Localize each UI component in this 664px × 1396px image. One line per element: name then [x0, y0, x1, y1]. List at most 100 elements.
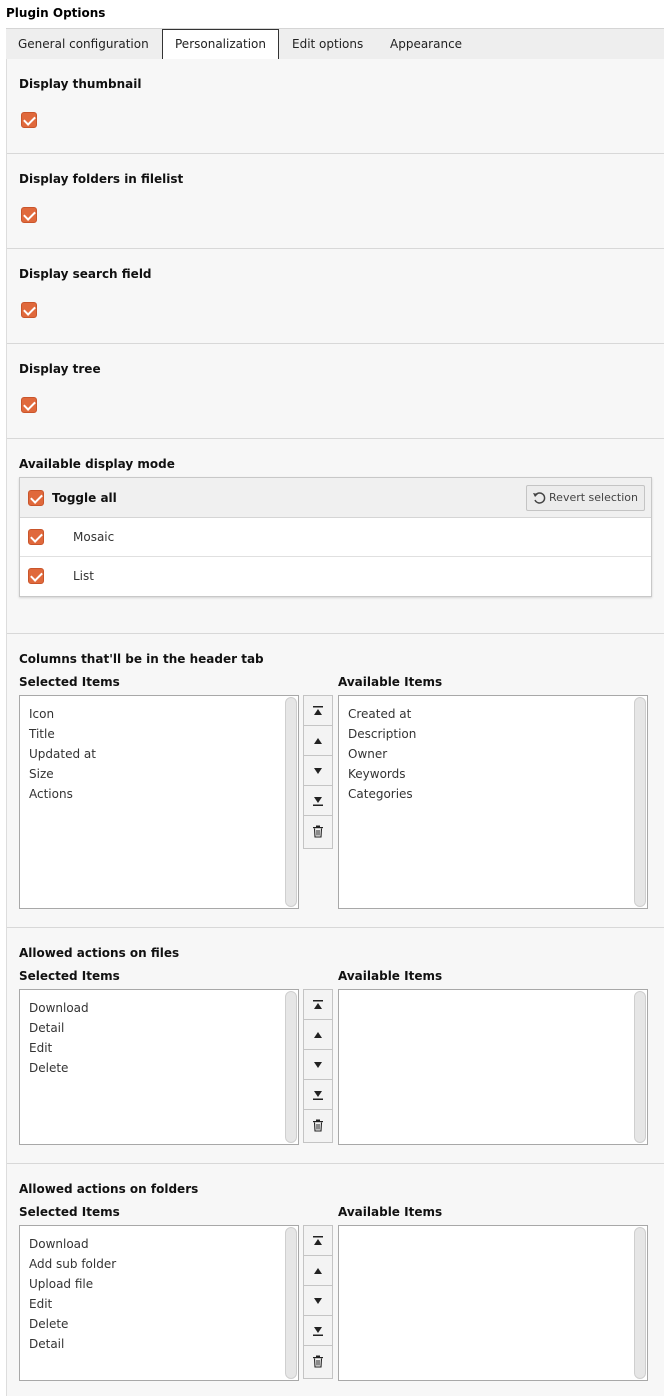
- move-to-bottom-button[interactable]: [304, 1080, 332, 1110]
- display-folders-label: Display folders in filelist: [19, 172, 184, 186]
- display-tree-checkbox[interactable]: [21, 397, 37, 413]
- move-down-button[interactable]: [304, 1286, 332, 1316]
- list-item[interactable]: Download: [20, 998, 298, 1018]
- display-mode-row-list: List: [20, 557, 651, 596]
- mosaic-checkbox[interactable]: [28, 529, 44, 545]
- mosaic-label: Mosaic: [73, 530, 115, 544]
- remove-button[interactable]: [304, 816, 332, 846]
- move-to-top-button[interactable]: [304, 1226, 332, 1256]
- section-display-search: Display search field: [7, 249, 664, 344]
- move-bottom-icon: [313, 796, 323, 806]
- list-label: List: [73, 569, 94, 583]
- list-item[interactable]: Title: [20, 724, 298, 744]
- folder-actions-move-buttons: [303, 1225, 333, 1379]
- scrollbar[interactable]: [634, 1227, 646, 1379]
- list-item[interactable]: Download: [20, 1234, 298, 1254]
- remove-button[interactable]: [304, 1110, 332, 1140]
- scrollbar[interactable]: [634, 991, 646, 1143]
- tab-personalization[interactable]: Personalization: [162, 29, 279, 60]
- revert-selection-button[interactable]: Revert selection: [526, 485, 645, 511]
- file-actions-title: Allowed actions on files: [19, 946, 180, 960]
- display-thumbnail-checkbox[interactable]: [21, 112, 37, 128]
- page-title: Plugin Options: [6, 6, 106, 20]
- scrollbar[interactable]: [285, 697, 297, 907]
- move-bottom-icon: [313, 1090, 323, 1100]
- list-item[interactable]: Keywords: [339, 764, 647, 784]
- section-file-actions: Allowed actions on files Selected Items …: [7, 928, 664, 1164]
- move-top-icon: [313, 1235, 323, 1245]
- columns-available-label: Available Items: [338, 675, 443, 689]
- tab-general-configuration[interactable]: General configuration: [6, 29, 161, 59]
- columns-move-buttons: [303, 695, 333, 849]
- file-actions-available-label: Available Items: [338, 969, 443, 983]
- file-actions-available-list[interactable]: [338, 989, 648, 1145]
- list-item[interactable]: Icon: [20, 704, 298, 724]
- tab-edit-options[interactable]: Edit options: [280, 29, 375, 59]
- move-down-button[interactable]: [304, 1050, 332, 1080]
- display-mode-table: Toggle all Revert selection Mosaic List: [19, 477, 652, 597]
- trash-icon: [313, 1119, 323, 1132]
- folder-actions-available-list[interactable]: [338, 1225, 648, 1381]
- list-item[interactable]: Detail: [20, 1334, 298, 1354]
- folder-actions-selected-label: Selected Items: [19, 1205, 120, 1219]
- display-folders-checkbox[interactable]: [21, 207, 37, 223]
- scrollbar[interactable]: [285, 1227, 297, 1379]
- list-item[interactable]: Delete: [20, 1314, 298, 1334]
- move-to-top-button[interactable]: [304, 990, 332, 1020]
- section-display-folders: Display folders in filelist: [7, 154, 664, 249]
- section-display-thumbnail: Display thumbnail: [7, 59, 664, 154]
- section-columns: Columns that'll be in the header tab Sel…: [7, 634, 664, 928]
- list-item[interactable]: Created at: [339, 704, 647, 724]
- tab-bar: General configuration Personalization Ed…: [6, 28, 664, 60]
- scrollbar[interactable]: [634, 697, 646, 907]
- remove-button[interactable]: [304, 1346, 332, 1376]
- move-down-button[interactable]: [304, 756, 332, 786]
- move-to-bottom-button[interactable]: [304, 1316, 332, 1346]
- list-item[interactable]: Categories: [339, 784, 647, 804]
- display-search-checkbox[interactable]: [21, 302, 37, 318]
- section-folder-actions: Allowed actions on folders Selected Item…: [7, 1164, 664, 1396]
- move-bottom-icon: [313, 1326, 323, 1336]
- list-item[interactable]: Size: [20, 764, 298, 784]
- display-mode-label: Available display mode: [19, 457, 175, 471]
- list-item[interactable]: Upload file: [20, 1274, 298, 1294]
- list-item[interactable]: Add sub folder: [20, 1254, 298, 1274]
- scrollbar[interactable]: [285, 991, 297, 1143]
- list-checkbox[interactable]: [28, 568, 44, 584]
- folder-actions-title: Allowed actions on folders: [19, 1182, 199, 1196]
- file-actions-move-buttons: [303, 989, 333, 1143]
- move-to-top-button[interactable]: [304, 696, 332, 726]
- tab-appearance[interactable]: Appearance: [378, 29, 474, 59]
- display-mode-header: Toggle all Revert selection: [20, 478, 651, 518]
- list-item[interactable]: Owner: [339, 744, 647, 764]
- move-up-button[interactable]: [304, 726, 332, 756]
- move-top-icon: [313, 705, 323, 715]
- list-item[interactable]: Description: [339, 724, 647, 744]
- toggle-all-label: Toggle all: [52, 491, 117, 505]
- list-item[interactable]: Edit: [20, 1038, 298, 1058]
- move-down-icon: [314, 1297, 322, 1304]
- personalization-panel: Display thumbnail Display folders in fil…: [6, 59, 664, 1396]
- folder-actions-selected-list[interactable]: Download Add sub folder Upload file Edit…: [19, 1225, 299, 1381]
- list-item[interactable]: Delete: [20, 1058, 298, 1078]
- list-item[interactable]: Edit: [20, 1294, 298, 1314]
- revert-icon: [532, 490, 546, 514]
- toggle-all-checkbox[interactable]: [28, 490, 44, 506]
- columns-selected-list[interactable]: Icon Title Updated at Size Actions: [19, 695, 299, 909]
- move-up-button[interactable]: [304, 1020, 332, 1050]
- move-up-icon: [314, 737, 322, 744]
- list-item[interactable]: Actions: [20, 784, 298, 804]
- move-down-icon: [314, 1061, 322, 1068]
- list-item[interactable]: Updated at: [20, 744, 298, 764]
- display-mode-row-mosaic: Mosaic: [20, 518, 651, 557]
- trash-icon: [313, 1355, 323, 1368]
- revert-selection-label: Revert selection: [549, 491, 638, 504]
- folder-actions-available-label: Available Items: [338, 1205, 443, 1219]
- move-up-icon: [314, 1267, 322, 1274]
- list-item[interactable]: Detail: [20, 1018, 298, 1038]
- move-up-button[interactable]: [304, 1256, 332, 1286]
- columns-available-list[interactable]: Created at Description Owner Keywords Ca…: [338, 695, 648, 909]
- file-actions-selected-label: Selected Items: [19, 969, 120, 983]
- file-actions-selected-list[interactable]: Download Detail Edit Delete: [19, 989, 299, 1145]
- move-to-bottom-button[interactable]: [304, 786, 332, 816]
